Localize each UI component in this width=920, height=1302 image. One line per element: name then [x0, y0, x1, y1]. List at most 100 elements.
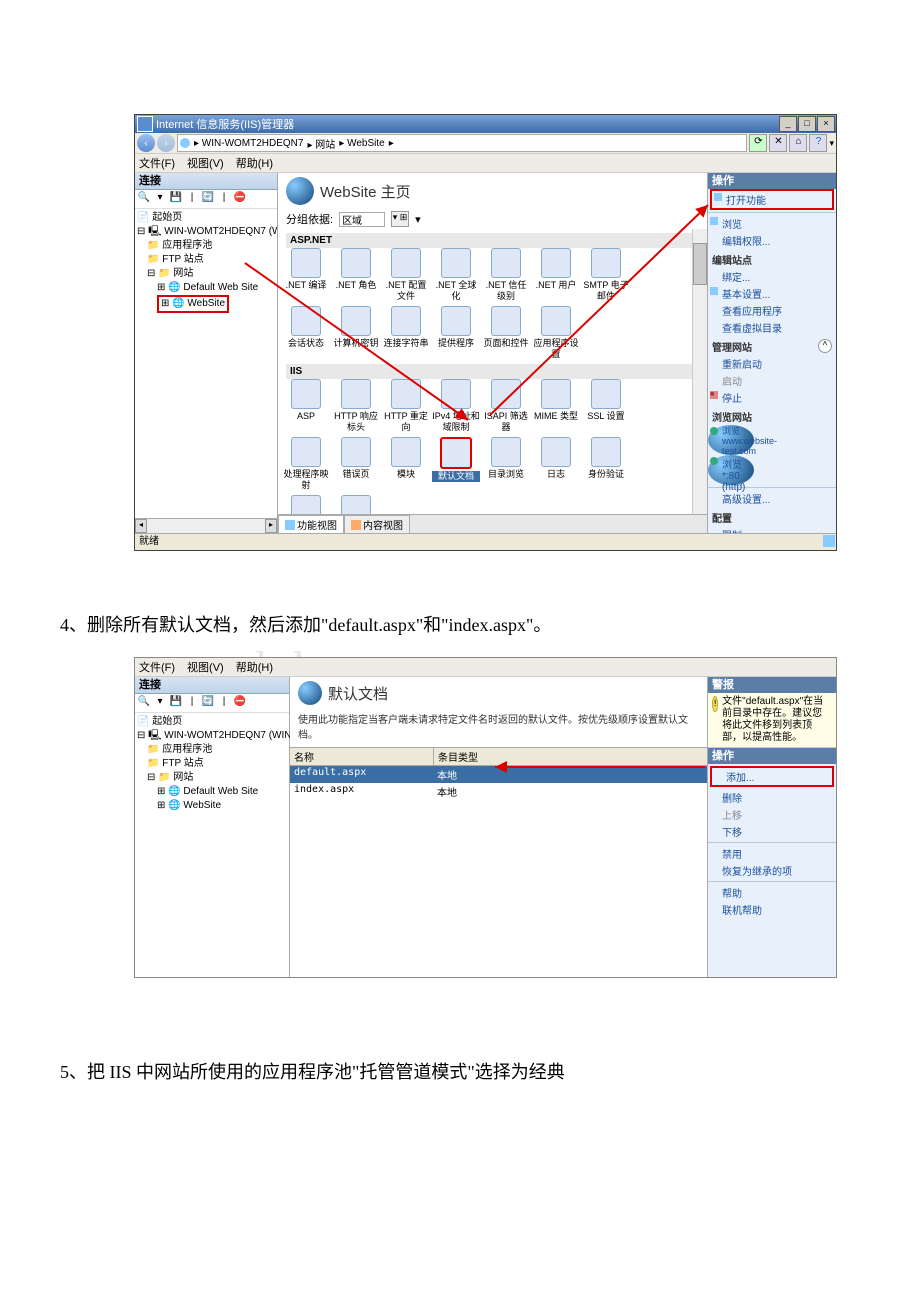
feature-compression[interactable]: 压缩	[332, 495, 380, 514]
nav-back-button[interactable]: ‹	[137, 134, 155, 152]
tree2-ftp[interactable]: FTP 站点	[162, 758, 203, 769]
feature-appsettings[interactable]: 应用程序设置	[532, 306, 580, 360]
feature-handlers[interactable]: 处理程序映射	[282, 437, 330, 491]
action-limits[interactable]: 限制...	[708, 526, 836, 533]
action-remove[interactable]: 删除	[708, 789, 836, 806]
feature-http-headers[interactable]: HTTP 响应标头	[332, 379, 380, 433]
feature-directory-browsing[interactable]: 目录浏览	[482, 437, 530, 491]
tree2-app-pools[interactable]: 应用程序池	[162, 744, 212, 755]
minimize-button[interactable]: _	[779, 116, 797, 132]
tree-website[interactable]: WebSite	[187, 298, 225, 309]
tree2-start-page[interactable]: 起始页	[152, 716, 182, 727]
feature-session[interactable]: 会话状态	[282, 306, 330, 360]
tree-default-site[interactable]: Default Web Site	[183, 282, 258, 293]
action-disable[interactable]: 禁用	[708, 845, 836, 862]
action-view-apps[interactable]: 查看应用程序	[708, 302, 836, 319]
feature-logging[interactable]: 日志	[532, 437, 580, 491]
action-bindings[interactable]: 绑定...	[708, 268, 836, 285]
feature-net-users[interactable]: .NET 用户	[532, 248, 580, 302]
feature-providers[interactable]: 提供程序	[432, 306, 480, 360]
feature-machinekey[interactable]: 计算机密钥	[332, 306, 380, 360]
feature-output-cache[interactable]: 输出缓存	[282, 495, 330, 514]
feature-default-doc[interactable]: 默认文档	[432, 437, 480, 491]
feature-isapi[interactable]: ISAPI 筛选器	[482, 379, 530, 433]
feature-ssl[interactable]: SSL 设置	[582, 379, 630, 433]
action-revert[interactable]: 恢复为继承的项	[708, 862, 836, 879]
maximize-button[interactable]: □	[798, 116, 816, 132]
action-open-feature[interactable]: 打开功能	[710, 189, 834, 210]
table-row[interactable]: default.aspx 本地	[290, 766, 707, 783]
tab-feature-view[interactable]: 功能视图	[278, 515, 344, 533]
action-explore[interactable]: 浏览	[708, 215, 836, 232]
stop-tree-icon-2[interactable]: ⛔	[233, 696, 247, 710]
tree-start-page[interactable]: 起始页	[152, 212, 182, 223]
refresh-tree-icon[interactable]: 🔄	[201, 192, 215, 206]
tree-app-pools[interactable]: 应用程序池	[162, 240, 212, 251]
col-type[interactable]: 条目类型	[434, 748, 502, 765]
feature-net-trust[interactable]: .NET 信任级别	[482, 248, 530, 302]
feature-net-roles[interactable]: .NET 角色	[332, 248, 380, 302]
help-icon[interactable]: ?	[809, 134, 827, 152]
save-icon-2[interactable]: 💾	[169, 696, 183, 710]
action-browse-1[interactable]: 浏览 www.website-test.com on *:80 (http)	[708, 425, 754, 455]
refresh-icon[interactable]: ⟳	[749, 134, 767, 152]
feature-http-redirect[interactable]: HTTP 重定向	[382, 379, 430, 433]
action-basic-settings[interactable]: 基本设置...	[708, 285, 836, 302]
feature-pages[interactable]: 页面和控件	[482, 306, 530, 360]
tree2-sites[interactable]: 网站	[173, 772, 193, 783]
tree2-default-site[interactable]: Default Web Site	[183, 786, 258, 797]
feature-ipv4[interactable]: IPv4 地址和域限制	[432, 379, 480, 433]
feature-mime[interactable]: MIME 类型	[532, 379, 580, 433]
feature-net-profile[interactable]: .NET 配置文件	[382, 248, 430, 302]
stop-tree-icon[interactable]: ⛔	[233, 192, 247, 206]
menu-file[interactable]: 文件(F)	[139, 155, 175, 171]
menu-view-2[interactable]: 视图(V)	[187, 659, 224, 675]
connections-tree[interactable]: 📄 起始页 ⊟ 🖳 WIN-WOMT2HDEQN7 (WIN-WOMT2 📁 应…	[135, 209, 277, 518]
tree2-website[interactable]: WebSite	[183, 800, 221, 811]
tree-ftp[interactable]: FTP 站点	[162, 254, 203, 265]
action-advanced[interactable]: 高级设置...	[708, 490, 836, 507]
connections-tree-2[interactable]: 📄 起始页 ⊟ 🖳 WIN-WOMT2HDEQN7 (WIN-WOMT2 📁 应…	[135, 713, 289, 815]
connect-icon[interactable]: 🔍	[137, 192, 151, 206]
action-online-help-2[interactable]: 联机帮助	[708, 901, 836, 918]
home-icon[interactable]: ⌂	[789, 134, 807, 152]
left-h-scrollbar[interactable]: ◂▸	[135, 518, 277, 533]
close-button[interactable]: ×	[817, 116, 835, 132]
feature-connstr[interactable]: 连接字符串	[382, 306, 430, 360]
col-name[interactable]: 名称	[290, 748, 434, 765]
action-start[interactable]: 启动	[708, 372, 836, 389]
feature-net-global[interactable]: .NET 全球化	[432, 248, 480, 302]
menu-file-2[interactable]: 文件(F)	[139, 659, 175, 675]
action-add[interactable]: 添加...	[710, 766, 834, 787]
feature-error-pages[interactable]: 错误页	[332, 437, 380, 491]
menu-help[interactable]: 帮助(H)	[236, 155, 273, 171]
feature-net-compile[interactable]: .NET 编译	[282, 248, 330, 302]
feature-auth[interactable]: 身份验证	[582, 437, 630, 491]
group-by-select[interactable]	[339, 212, 385, 227]
feature-modules[interactable]: 模块	[382, 437, 430, 491]
table-row[interactable]: index.aspx 本地	[290, 783, 707, 800]
tree-server[interactable]: WIN-WOMT2HDEQN7 (WIN-WOMT2	[164, 226, 277, 237]
stop-icon[interactable]: ✕	[769, 134, 787, 152]
feature-smtp[interactable]: SMTP 电子邮件	[582, 248, 630, 302]
action-help-2[interactable]: 帮助	[708, 884, 836, 901]
action-move-up[interactable]: 上移	[708, 806, 836, 823]
mid-v-scrollbar[interactable]	[692, 229, 707, 514]
feature-asp[interactable]: ASP	[282, 379, 330, 433]
view-dropdown[interactable]: ▾ ⊞	[391, 211, 409, 227]
action-view-vdirs[interactable]: 查看虚拟目录	[708, 319, 836, 336]
action-restart[interactable]: 重新启动	[708, 355, 836, 372]
action-stop[interactable]: 停止	[708, 389, 836, 406]
collapse-icon[interactable]: ^	[818, 339, 832, 353]
action-move-down[interactable]: 下移	[708, 823, 836, 840]
tree-sites[interactable]: 网站	[173, 268, 193, 279]
connect-icon-2[interactable]: 🔍	[137, 696, 151, 710]
menu-help-2[interactable]: 帮助(H)	[236, 659, 273, 675]
action-browse-2[interactable]: 浏览 *:80 (http)	[708, 455, 754, 485]
nav-forward-button[interactable]: ›	[157, 134, 175, 152]
breadcrumb[interactable]: ▸ WIN-WOMT2HDEQN7 ▸ 网站 ▸ WebSite ▸	[177, 134, 747, 152]
save-icon[interactable]: 💾	[169, 192, 183, 206]
action-edit-permissions[interactable]: 编辑权限...	[708, 232, 836, 249]
refresh-tree-icon-2[interactable]: 🔄	[201, 696, 215, 710]
menu-view[interactable]: 视图(V)	[187, 155, 224, 171]
